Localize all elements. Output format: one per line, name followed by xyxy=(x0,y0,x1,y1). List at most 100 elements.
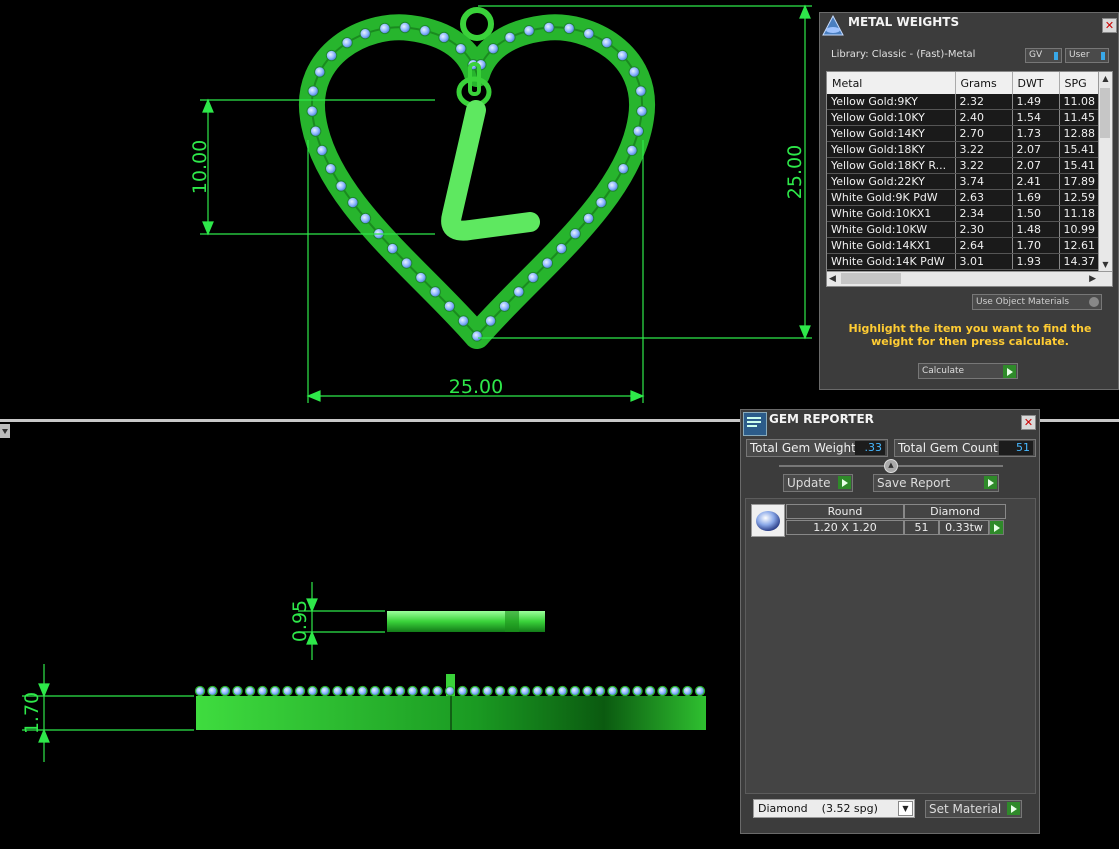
gem-stone xyxy=(594,685,606,697)
gem-row-action-button[interactable] xyxy=(989,520,1004,535)
metal-cell: 1.50 xyxy=(1012,205,1060,222)
gem-stone xyxy=(314,66,326,78)
gem-stone xyxy=(419,685,431,697)
metal-cell: 3.74 xyxy=(955,173,1013,190)
gem-stone xyxy=(282,685,293,697)
gem-reporter-close-button[interactable]: ✕ xyxy=(1021,415,1036,430)
metal-row[interactable]: Yellow Gold:18KY 3.22 2.07 15.41 xyxy=(827,141,1100,158)
calculate-button[interactable]: Calculate xyxy=(918,363,1018,379)
gem-stone xyxy=(325,49,338,62)
metal-column-header[interactable]: SPG xyxy=(1059,72,1100,94)
gem-stone xyxy=(694,685,706,697)
gem-stone xyxy=(399,21,411,34)
heart-pendant-top-view[interactable] xyxy=(298,7,656,349)
scroll-left-icon[interactable]: ◀ xyxy=(829,272,836,286)
gem-stone xyxy=(432,685,443,697)
metal-table-hscroll[interactable]: ◀ ▶ xyxy=(827,271,1112,286)
gem-stone xyxy=(607,180,619,192)
metal-table-vscroll[interactable]: ▲ ▼ xyxy=(1098,72,1112,272)
play-icon xyxy=(984,476,997,489)
collapse-icon[interactable]: ▲ xyxy=(884,459,898,473)
gem-stone xyxy=(307,85,319,97)
scroll-right-icon[interactable]: ▶ xyxy=(1089,272,1096,286)
use-object-materials-label: Use Object Materials xyxy=(976,297,1070,307)
metal-row[interactable]: Yellow Gold:22KY 3.74 2.41 17.89 xyxy=(827,173,1100,190)
use-object-materials-toggle[interactable]: Use Object Materials xyxy=(972,294,1102,310)
gem-stone xyxy=(636,105,648,117)
heart-side-view[interactable] xyxy=(194,674,707,730)
dim-height-label: 10.00 xyxy=(189,140,211,194)
gem-stone xyxy=(601,37,613,49)
metal-row[interactable]: Yellow Gold:14KY 2.70 1.73 12.88 xyxy=(827,125,1100,142)
gem-stone xyxy=(369,685,381,697)
gem-stone xyxy=(232,685,243,697)
user-label: User xyxy=(1069,50,1090,60)
metal-cell: 12.61 xyxy=(1059,237,1100,254)
total-gem-count-value: 51 xyxy=(999,441,1033,455)
viewport-menu-icon[interactable] xyxy=(0,424,10,438)
metal-column-header[interactable]: DWT xyxy=(1012,72,1060,94)
gem-stone xyxy=(471,330,483,342)
scroll-up-icon[interactable]: ▲ xyxy=(1099,72,1112,86)
metal-column-header[interactable]: Grams xyxy=(955,72,1013,94)
user-toggle[interactable]: User xyxy=(1065,48,1109,63)
metal-row[interactable]: White Gold:10KX1 2.34 1.50 11.18 xyxy=(827,205,1100,222)
gv-label: GV xyxy=(1029,50,1043,60)
gem-stone xyxy=(644,685,656,697)
metal-cell: White Gold:9K PdW xyxy=(827,189,956,206)
save-report-button[interactable]: Save Report xyxy=(873,474,999,492)
chevron-down-icon[interactable]: ▼ xyxy=(898,801,913,816)
play-icon xyxy=(838,476,851,489)
library-label: Library: Classic - (Fast)-Metal xyxy=(831,49,976,60)
metal-row[interactable]: Yellow Gold:9KY 2.32 1.49 11.08 xyxy=(827,94,1100,110)
metal-table: Metal Grams DWT SPG Yellow Gold:9KY 2.32 1.49… xyxy=(827,72,1100,270)
calculate-label: Calculate xyxy=(922,366,965,376)
gem-stone xyxy=(532,685,543,697)
total-gem-weight-value: .33 xyxy=(855,441,885,455)
metal-row[interactable]: White Gold:9K PdW 2.63 1.69 12.59 xyxy=(827,189,1100,206)
gem-row[interactable]: Round Diamond 1.20 X 1.20 51 0.33tw xyxy=(751,504,1009,538)
set-material-label: Set Material xyxy=(929,802,1002,816)
metal-table-container[interactable]: Metal Grams DWT SPG Yellow Gold:9KY 2.32 1.49… xyxy=(826,71,1113,287)
letter-side-view[interactable] xyxy=(387,611,545,632)
metal-cell: 2.32 xyxy=(955,94,1013,110)
set-material-button[interactable]: Set Material xyxy=(925,800,1022,818)
metal-weights-close-button[interactable]: ✕ xyxy=(1102,18,1117,33)
scroll-down-icon[interactable]: ▼ xyxy=(1099,258,1112,272)
metal-row[interactable]: White Gold:14K PdW 3.01 1.93 14.37 xyxy=(827,253,1100,270)
gem-stone xyxy=(257,685,268,697)
gem-count-value: 51 xyxy=(904,520,939,535)
gem-stone xyxy=(555,242,568,255)
gem-stone xyxy=(513,286,525,298)
gem-list-area[interactable]: Round Diamond 1.20 X 1.20 51 0.33tw xyxy=(745,498,1036,794)
gem-stone xyxy=(616,49,629,62)
gem-stone xyxy=(319,685,331,697)
play-icon xyxy=(994,524,1000,532)
metal-cell: 10.99 xyxy=(1059,221,1100,238)
vscroll-thumb[interactable] xyxy=(1100,88,1110,138)
metal-cell: 2.40 xyxy=(955,109,1013,126)
metal-cell: 2.07 xyxy=(1012,141,1060,158)
total-gem-count-label: Total Gem Count xyxy=(898,441,998,455)
gem-stone xyxy=(527,271,539,284)
metal-weights-title: METAL WEIGHTS xyxy=(848,15,960,29)
metal-row[interactable]: Yellow Gold:10KY 2.40 1.54 11.45 xyxy=(827,109,1100,126)
gem-stone xyxy=(657,685,668,697)
metal-row[interactable]: White Gold:14KX1 2.64 1.70 12.61 xyxy=(827,237,1100,254)
gv-toggle[interactable]: GV xyxy=(1025,48,1062,63)
total-gem-count-field: Total Gem Count 51 xyxy=(894,439,1036,457)
metal-cell: 2.41 xyxy=(1012,173,1060,190)
update-button[interactable]: Update xyxy=(783,474,853,492)
gem-reporter-title: GEM REPORTER xyxy=(769,412,874,426)
material-select[interactable]: Diamond (3.52 spg) ▼ xyxy=(753,799,915,818)
hscroll-thumb[interactable] xyxy=(841,273,901,284)
metal-cell: Yellow Gold:14KY xyxy=(827,125,956,142)
metal-row[interactable]: Yellow Gold:18KY R... 3.22 2.07 15.41 xyxy=(827,157,1100,174)
gem-stone xyxy=(419,25,431,37)
save-report-label: Save Report xyxy=(877,476,951,490)
metal-column-header[interactable]: Metal xyxy=(827,72,956,94)
metal-row[interactable]: White Gold:10KW 2.30 1.48 10.99 xyxy=(827,221,1100,238)
metal-cell: 15.41 xyxy=(1059,141,1100,158)
gem-stone xyxy=(335,180,347,192)
total-gem-weight-label: Total Gem Weight xyxy=(750,441,856,455)
